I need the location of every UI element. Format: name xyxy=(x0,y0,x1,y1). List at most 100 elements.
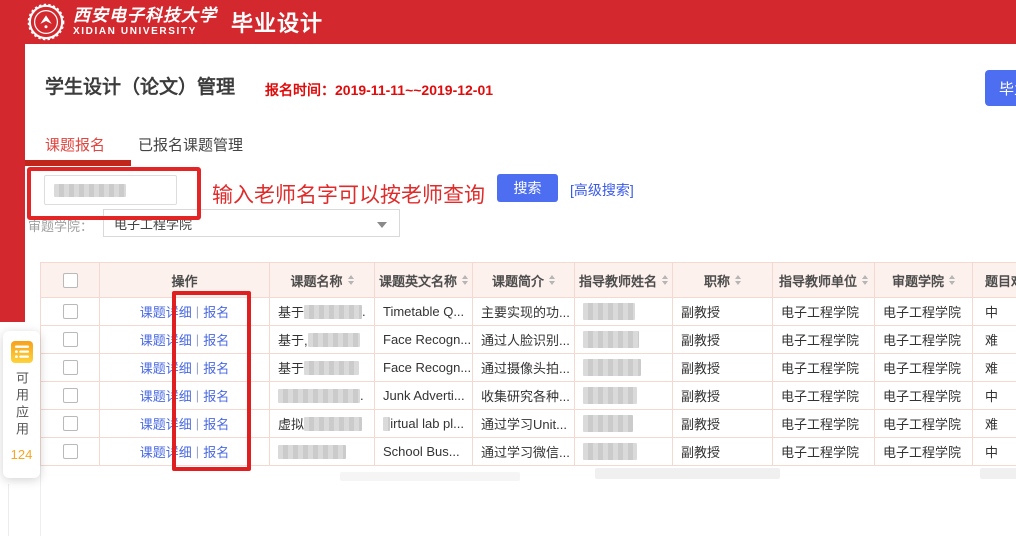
topic-intro-cell: 通过摄像头拍... xyxy=(473,354,575,382)
annotation-box-search xyxy=(27,167,201,220)
sort-asc-icon xyxy=(662,275,668,279)
available-apps-panel[interactable]: 可用应用 124 xyxy=(3,331,40,478)
column-header[interactable]: 职称 xyxy=(673,262,773,298)
topic-en-name-cell: School Bus... xyxy=(375,438,473,466)
teacher-unit: 电子工程学院 xyxy=(781,302,859,321)
review-college: 电子工程学院 xyxy=(883,386,961,405)
teacher-rank: 副教授 xyxy=(681,386,720,405)
redacted-text xyxy=(304,305,362,319)
column-header[interactable]: 审题学院 xyxy=(875,262,973,298)
topic-intro-cell: 通过学习微信... xyxy=(473,438,575,466)
difficulty-value: 中 xyxy=(985,386,998,405)
review-college: 电子工程学院 xyxy=(883,414,961,433)
blur-artifact xyxy=(340,472,520,481)
tab-registered-topics[interactable]: 已报名课题管理 xyxy=(138,134,243,155)
redacted-text xyxy=(383,417,390,431)
teacher-name-cell xyxy=(575,410,673,438)
sort-asc-icon xyxy=(949,275,955,279)
sort-desc-icon xyxy=(735,281,741,285)
topic-name-suffix: . xyxy=(362,304,366,319)
review-college-cell: 电子工程学院 xyxy=(875,438,973,466)
annotation-text: 输入老师名字可以按老师查询 xyxy=(212,179,485,209)
redacted-text xyxy=(304,417,362,431)
topic-name-prefix: 虚拟 xyxy=(278,414,304,433)
column-header[interactable]: 课题名称 xyxy=(270,262,375,298)
app-screen: 西安电子科技大学 XIDIAN UNIVERSITY 毕业设计 学生设计（论文）… xyxy=(0,0,1016,536)
difficulty-cell: 难 xyxy=(973,326,1016,354)
registration-period-label: 报名时间： xyxy=(265,82,335,98)
teacher-rank-cell: 副教授 xyxy=(673,438,773,466)
teacher-rank: 副教授 xyxy=(681,330,720,349)
sort-icon[interactable] xyxy=(862,275,868,285)
teacher-rank: 副教授 xyxy=(681,414,720,433)
review-college-cell: 电子工程学院 xyxy=(875,326,973,354)
sort-icon[interactable] xyxy=(735,275,741,285)
topic-intro: 通过摄像头拍... xyxy=(481,358,570,377)
advanced-search-link[interactable]: [高级搜索] xyxy=(570,180,634,200)
topic-intro-cell: 通过学习Unit... xyxy=(473,410,575,438)
topic-en-name: Face Recogn... xyxy=(383,360,471,375)
row-checkbox[interactable] xyxy=(63,304,78,319)
review-college-cell: 电子工程学院 xyxy=(875,382,973,410)
row-checkbox[interactable] xyxy=(63,416,78,431)
difficulty-cell: 中 xyxy=(973,382,1016,410)
column-header[interactable]: 课题简介 xyxy=(473,262,575,298)
topic-name-cell: 基于, xyxy=(270,326,375,354)
column-header[interactable]: 指导教师姓名 xyxy=(575,262,673,298)
select-all-cell xyxy=(40,262,100,298)
topic-en-name: School Bus... xyxy=(383,444,460,459)
row-checkbox[interactable] xyxy=(63,332,78,347)
teacher-rank-cell: 副教授 xyxy=(673,382,773,410)
teacher-unit: 电子工程学院 xyxy=(781,358,859,377)
topic-name-cell: . xyxy=(270,382,375,410)
topic-en-name: Junk Adverti... xyxy=(383,388,465,403)
column-header[interactable]: 课题英文名称 xyxy=(375,262,473,298)
sort-desc-icon xyxy=(862,281,868,285)
column-header-label: 课题简介 xyxy=(492,271,544,290)
teacher-unit: 电子工程学院 xyxy=(781,442,859,461)
sort-icon[interactable] xyxy=(949,275,955,285)
teacher-rank-cell: 副教授 xyxy=(673,354,773,382)
difficulty-value: 难 xyxy=(985,358,998,377)
topic-intro: 通过学习Unit... xyxy=(481,414,567,433)
row-checkbox[interactable] xyxy=(63,444,78,459)
teacher-unit-cell: 电子工程学院 xyxy=(773,410,875,438)
row-checkbox[interactable] xyxy=(63,360,78,375)
tab-topic-registration[interactable]: 课题报名 xyxy=(45,134,105,155)
chevron-down-icon xyxy=(377,222,387,228)
column-header[interactable]: 题目难度 xyxy=(973,262,1016,298)
column-header-label: 审题学院 xyxy=(892,271,944,290)
sort-desc-icon xyxy=(662,281,668,285)
redacted-text xyxy=(278,445,346,459)
sort-desc-icon xyxy=(549,281,555,285)
sort-icon[interactable] xyxy=(662,275,668,285)
sort-icon[interactable] xyxy=(348,275,354,285)
corner-graduation-button[interactable]: 毕业设计 xyxy=(985,70,1016,106)
topic-intro: 主要实现的功... xyxy=(481,302,570,321)
available-apps-label: 可用应用 xyxy=(12,371,31,439)
sort-icon[interactable] xyxy=(462,275,468,285)
review-college-cell: 电子工程学院 xyxy=(875,354,973,382)
topic-en-name: Timetable Q... xyxy=(383,304,464,319)
teacher-name-cell xyxy=(575,326,673,354)
active-tab-underline xyxy=(25,160,131,166)
topic-name-cell: 虚拟 xyxy=(270,410,375,438)
sort-asc-icon xyxy=(549,275,555,279)
sort-asc-icon xyxy=(862,275,868,279)
teacher-unit: 电子工程学院 xyxy=(781,386,859,405)
topic-en-name: irtual lab pl... xyxy=(390,416,464,431)
row-checkbox[interactable] xyxy=(63,388,78,403)
redacted-text xyxy=(583,359,641,376)
topic-intro-cell: 通过人脸识别... xyxy=(473,326,575,354)
sort-icon[interactable] xyxy=(549,275,555,285)
topic-name-cell: 基于 xyxy=(270,354,375,382)
select-all-checkbox[interactable] xyxy=(63,273,78,288)
topic-intro: 收集研究各种... xyxy=(481,386,570,405)
teacher-name-cell xyxy=(575,354,673,382)
divider-line xyxy=(40,466,41,536)
topic-en-name-cell: Face Recogn... xyxy=(375,354,473,382)
column-header[interactable]: 指导教师单位 xyxy=(773,262,875,298)
row-select-cell xyxy=(40,410,100,438)
search-button[interactable]: 搜索 xyxy=(497,174,558,202)
university-name-block: 西安电子科技大学 XIDIAN UNIVERSITY xyxy=(73,7,217,37)
